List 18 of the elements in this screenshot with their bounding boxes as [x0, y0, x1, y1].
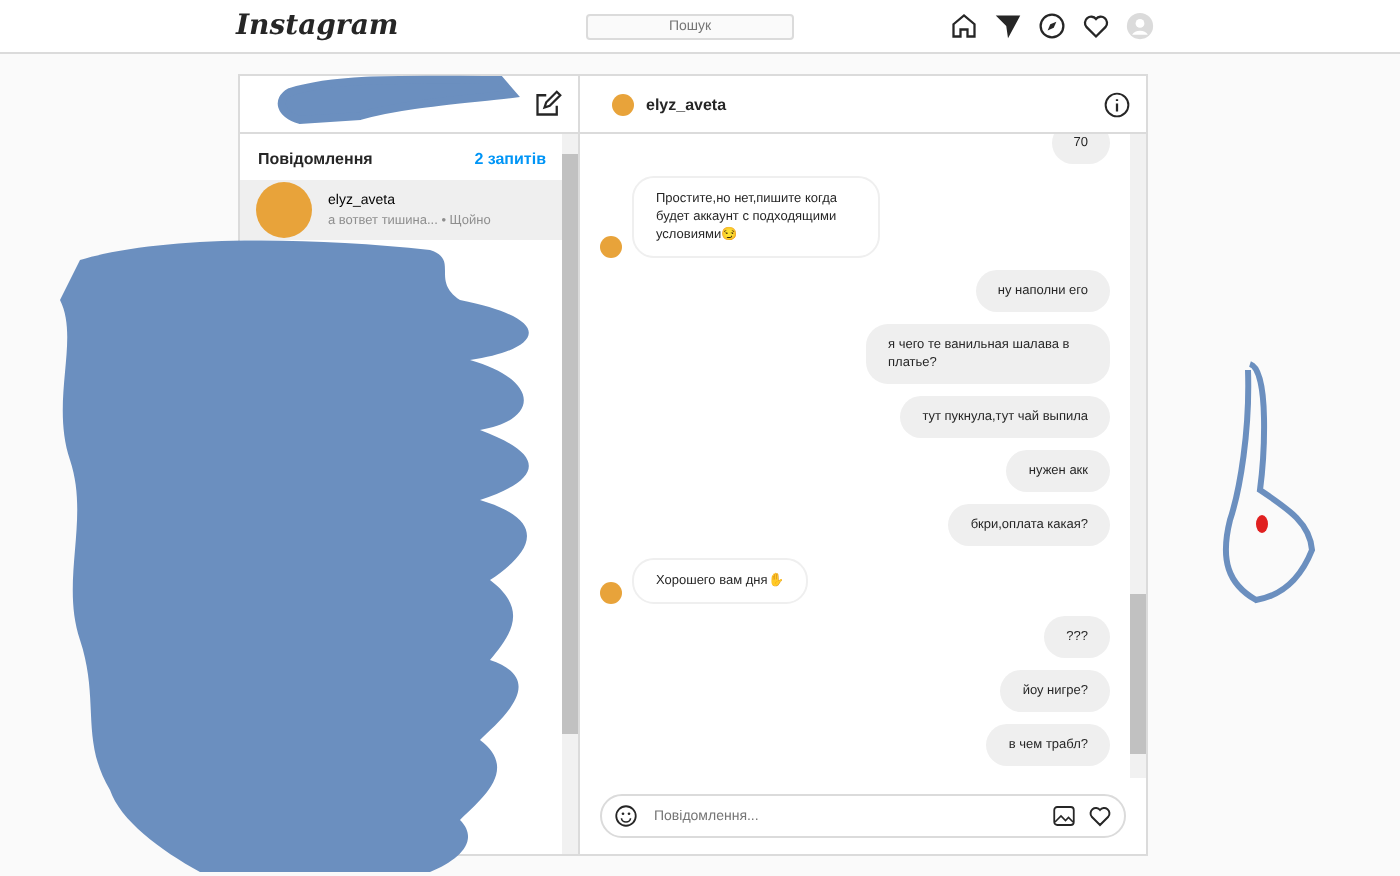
avatar — [600, 236, 622, 258]
avatar — [612, 93, 634, 115]
heart-icon[interactable] — [1088, 804, 1112, 828]
home-icon[interactable] — [950, 12, 978, 40]
avatar — [600, 582, 622, 604]
image-icon[interactable] — [1052, 804, 1076, 828]
marker-dot-drawing — [1256, 515, 1268, 533]
info-icon[interactable] — [1104, 91, 1130, 117]
inbox-heading: Повідомлення — [258, 150, 373, 168]
scrollbar-thumb[interactable] — [562, 154, 578, 734]
scrollbar-thumb[interactable] — [1130, 594, 1146, 754]
chat-username[interactable]: elyz_aveta — [646, 95, 1092, 113]
heart-icon[interactable] — [1082, 12, 1110, 40]
emoji-icon[interactable] — [614, 804, 638, 828]
compass-icon[interactable] — [1038, 12, 1066, 40]
compose-icon[interactable] — [534, 90, 562, 118]
logo[interactable]: Instagram — [236, 10, 586, 42]
avatar — [256, 182, 312, 238]
